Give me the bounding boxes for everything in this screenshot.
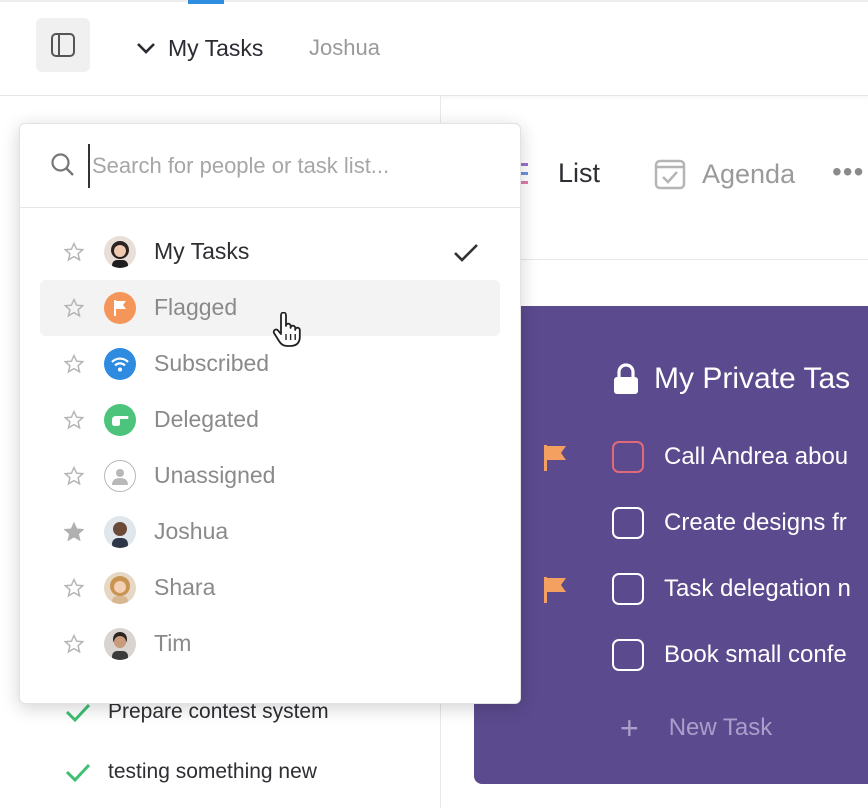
chevron-down-icon <box>136 41 156 55</box>
task-checkbox[interactable] <box>612 507 644 539</box>
card-title-text: My Private Tas <box>654 362 851 395</box>
star-filled-icon[interactable] <box>64 522 84 542</box>
task-row[interactable]: Create designs fr <box>474 503 868 543</box>
completed-task-row[interactable]: testing something new <box>64 760 317 784</box>
sidebar-panel-icon <box>51 33 75 57</box>
tab-agenda[interactable]: Agenda <box>654 158 795 190</box>
task-row[interactable]: Task delegation n <box>474 569 868 609</box>
more-options-button[interactable]: ••• <box>832 156 864 188</box>
dropdown-item-joshua[interactable]: Joshua <box>40 504 500 560</box>
dropdown-item-my-tasks[interactable]: My Tasks <box>40 224 500 280</box>
search-input[interactable] <box>88 144 488 188</box>
dropdown-item-label: Tim <box>154 630 192 656</box>
dropdown-item-delegated[interactable]: Delegated <box>40 392 500 448</box>
star-outline-icon[interactable] <box>64 578 84 598</box>
star-outline-icon[interactable] <box>64 634 84 654</box>
top-divider <box>0 0 868 2</box>
checkmark-icon <box>65 763 91 783</box>
flag-icon <box>544 577 566 603</box>
breadcrumb-title: My Tasks <box>168 34 264 61</box>
user-avatar-tim <box>104 628 136 660</box>
star-outline-icon[interactable] <box>64 410 84 430</box>
sidebar-toggle-button[interactable] <box>36 18 90 72</box>
lock-icon <box>614 363 638 394</box>
dropdown-item-label: Flagged <box>154 294 238 320</box>
star-outline-icon[interactable] <box>64 354 84 374</box>
flag-icon <box>544 445 566 471</box>
user-outline-icon <box>104 460 136 492</box>
hand-pointing-icon <box>104 404 136 436</box>
task-label: Create designs fr <box>664 509 847 536</box>
active-indicator <box>188 0 224 4</box>
list-icon <box>518 162 528 184</box>
dropdown-item-label: Unassigned <box>154 462 276 488</box>
dropdown-item-subscribed[interactable]: Subscribed <box>40 336 500 392</box>
search-bar <box>20 124 520 208</box>
user-avatar-joshua <box>104 516 136 548</box>
dropdown-item-label: Joshua <box>154 518 229 544</box>
card-title: My Private Tas <box>612 362 850 396</box>
dropdown-item-unassigned[interactable]: Unassigned <box>40 448 500 504</box>
breadcrumb-user[interactable]: Joshua <box>309 30 380 66</box>
dropdown-item-label: My Tasks <box>154 238 250 264</box>
completed-task-label: testing something new <box>108 760 317 783</box>
task-row[interactable]: Call Andrea abou <box>474 437 868 477</box>
star-outline-icon[interactable] <box>64 298 84 318</box>
wifi-icon <box>104 348 136 380</box>
dropdown-item-tim[interactable]: Tim <box>40 616 500 672</box>
plus-icon: + <box>620 710 639 746</box>
dropdown-item-label: Shara <box>154 574 216 600</box>
user-avatar-shara <box>104 572 136 604</box>
task-label: Call Andrea abou <box>664 443 849 470</box>
task-checkbox[interactable] <box>612 441 644 473</box>
task-label: Book small confe <box>664 641 847 668</box>
checkmark-icon <box>454 244 478 262</box>
task-row[interactable]: Book small confe <box>474 635 868 675</box>
search-icon <box>51 153 74 176</box>
tab-list-label: List <box>558 158 601 188</box>
dropdown-item-label: Subscribed <box>154 350 270 376</box>
tab-agenda-label: Agenda <box>702 158 796 189</box>
tab-list[interactable]: List <box>518 158 600 189</box>
task-checkbox[interactable] <box>612 573 644 605</box>
private-tasks-card: My Private Tas Call Andrea abou Create d… <box>474 306 868 784</box>
task-checkbox[interactable] <box>612 639 644 671</box>
hand-cursor-icon <box>272 312 301 347</box>
dropdown-item-flagged[interactable]: Flagged <box>40 280 500 336</box>
new-task-button[interactable]: + New Task <box>620 712 772 744</box>
star-outline-icon[interactable] <box>64 242 84 262</box>
task-list-selector[interactable]: My Tasks <box>136 30 263 66</box>
checkmark-icon <box>65 703 91 723</box>
star-outline-icon[interactable] <box>64 466 84 486</box>
task-label: Task delegation n <box>664 575 851 602</box>
calendar-check-icon <box>654 159 686 190</box>
top-bar: My Tasks Joshua <box>0 0 868 96</box>
dropdown-item-shara[interactable]: Shara <box>40 560 500 616</box>
task-list-dropdown: My Tasks Flagged Subscribed Delegated Un… <box>19 123 521 704</box>
user-avatar-woman <box>104 236 136 268</box>
dropdown-item-label: Delegated <box>154 406 259 432</box>
flag-icon <box>104 292 136 324</box>
new-task-label: New Task <box>668 714 773 741</box>
